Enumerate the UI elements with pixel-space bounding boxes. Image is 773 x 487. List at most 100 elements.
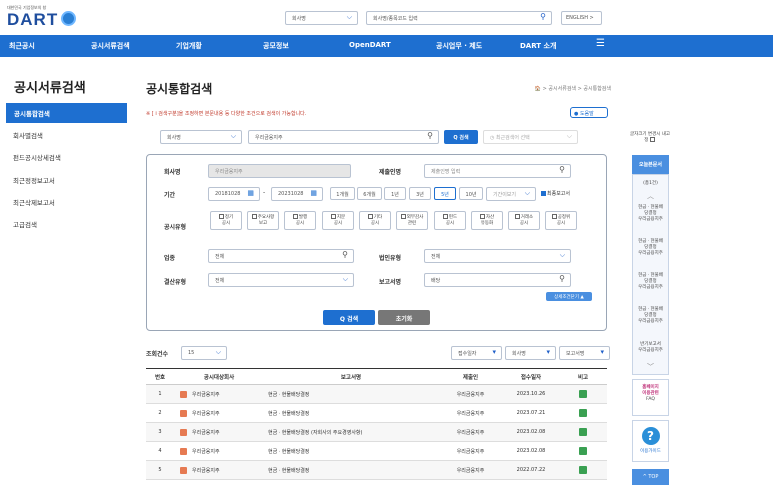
checkbox-icon xyxy=(649,137,655,142)
nav-about[interactable]: DART 소개 xyxy=(520,41,556,51)
sort-report-select[interactable]: 보고서명 ▾ xyxy=(559,346,610,360)
header-search-select[interactable]: 회사명 ⌵ xyxy=(285,11,358,25)
detail-toggle-button[interactable]: 상세조건닫기 ▲ xyxy=(546,292,592,301)
recent-doc-item[interactable]: 현금ㆍ현물배 당결정 우리금융지주 xyxy=(632,239,669,257)
checkbox-checked-icon xyxy=(541,191,546,196)
row-report-link[interactable]: 현금ㆍ현물배당결정 xyxy=(264,460,438,480)
search-icon[interactable]: ⚲ xyxy=(540,12,546,21)
header-submitter: 제출인 xyxy=(438,368,503,385)
sidebar-item-fund[interactable]: 펀드공시상세검색 xyxy=(6,147,127,167)
search-type-select[interactable]: 회사명 ⌵ xyxy=(160,130,242,144)
row-submitter: 우리금융지주 xyxy=(438,403,503,423)
recent-doc-item[interactable]: 반기보고서 우리금융지주 xyxy=(632,342,669,354)
english-button[interactable]: ENGLISH > xyxy=(561,11,602,25)
nav-system[interactable]: 공시업무 · 제도 xyxy=(436,41,482,51)
table-row[interactable]: 1 우리금융지주 현금ㆍ현물배당결정 우리금융지주 2023.10.26 xyxy=(146,384,607,404)
type-other[interactable]: 기타 공시 xyxy=(359,211,391,230)
row-company[interactable]: 우리금융지주 xyxy=(174,403,264,423)
chevron-up-icon[interactable]: ︿ xyxy=(632,191,669,201)
chevron-down-icon[interactable]: ﹀ xyxy=(632,362,669,372)
table-row[interactable]: 5 우리금융지주 현금ㆍ현물배당결정 우리금융지주 2022.07.22 xyxy=(146,460,607,480)
row-date: 2023.10.26 xyxy=(503,384,559,404)
menu-icon[interactable]: ☰ xyxy=(596,38,605,49)
nav-company[interactable]: 기업개황 xyxy=(176,41,202,51)
sort-date-select[interactable]: 접수일자 ▾ xyxy=(451,346,502,360)
period-1y-button[interactable]: 1년 xyxy=(384,187,406,200)
sidebar-item-corrected[interactable]: 최근정정보고서 xyxy=(6,170,127,190)
submitter-input[interactable]: 제출인명 입력 ⚲ xyxy=(424,164,571,178)
recent-search-select[interactable]: ◷ 최근검색어 선택 ⌵ xyxy=(483,130,578,144)
nav-doc-search[interactable]: 공시서류검색 xyxy=(91,41,130,51)
report-name-input[interactable]: 배당 ⚲ xyxy=(424,273,571,287)
period-5y-button[interactable]: 5년 xyxy=(434,187,456,200)
date-to-input[interactable]: 20231028 ▦ xyxy=(271,187,323,201)
final-report-checkbox[interactable]: 최종보고서 xyxy=(541,190,570,197)
date-separator: - xyxy=(263,189,266,196)
type-ftc[interactable]: 공정위 공시 xyxy=(545,211,577,230)
row-number: 1 xyxy=(146,384,174,404)
row-company[interactable]: 우리금융지주 xyxy=(174,384,264,404)
type-fund[interactable]: 펀드 공시 xyxy=(434,211,466,230)
sort-company-select[interactable]: 회사명 ▾ xyxy=(505,346,556,360)
company-search-input[interactable]: 우리금융지주 ⚲ xyxy=(248,130,439,144)
recent-doc-item[interactable]: 현금ㆍ현물배 당결정 우리금융지주 xyxy=(632,205,669,223)
type-exchange[interactable]: 거래소 공시 xyxy=(508,211,540,230)
table-row[interactable]: 3 우리금융지주 현금ㆍ현물배당결정 (자회사의 주요경영사항) 우리금융지주 … xyxy=(146,422,607,442)
period-3y-button[interactable]: 3년 xyxy=(409,187,431,200)
nav-ipo[interactable]: 공모정보 xyxy=(263,41,289,51)
row-company[interactable]: 우리금융지주 xyxy=(174,441,264,461)
recent-docs-count: (총1건) xyxy=(643,181,658,186)
row-report-link[interactable]: 현금ㆍ현물배당결정 xyxy=(264,384,438,404)
recent-doc-item[interactable]: 현금ㆍ현물배 당결정 우리금융지주 xyxy=(632,273,669,291)
type-issue[interactable]: 발행 공시 xyxy=(284,211,316,230)
period-6m-button[interactable]: 6개월 xyxy=(357,187,382,200)
sidebar-item-integrated[interactable]: 공시통합검색 xyxy=(6,103,127,123)
corp-type-select[interactable]: 전체 ⌵ xyxy=(424,249,571,263)
guide-button[interactable]: ? 이용가이드 xyxy=(632,420,669,462)
help-button[interactable]: ● 도움말 xyxy=(570,107,608,118)
table-row[interactable]: 4 우리금융지주 현금ㆍ현물배당결정 우리금융지주 2023.02.08 xyxy=(146,441,607,461)
search-icon: ⚲ xyxy=(427,131,433,140)
row-company[interactable]: 우리금융지주 xyxy=(174,460,264,480)
type-equity[interactable]: 지분 공시 xyxy=(322,211,354,230)
result-count-select[interactable]: 15 ⌵ xyxy=(181,346,227,360)
row-report-link[interactable]: 현금ㆍ현물배당결정 (자회사의 주요경영사항) xyxy=(264,422,438,442)
recent-doc-item[interactable]: 현금ㆍ현물배 당결정 우리금융지주 xyxy=(632,307,669,325)
row-company[interactable]: 우리금융지주 xyxy=(174,422,264,442)
period-view-select[interactable]: 기간이보기 ⌵ xyxy=(486,187,536,201)
exchange-badge-icon xyxy=(579,390,587,398)
nav-opendart[interactable]: OpenDART xyxy=(349,41,391,49)
sidebar-item-advanced[interactable]: 고급검색 xyxy=(6,214,127,234)
table-row[interactable]: 2 우리금융지주 현금ㆍ현물배당결정 우리금융지주 2023.07.21 xyxy=(146,403,607,423)
sidebar-item-company[interactable]: 회사별검색 xyxy=(6,125,127,145)
company-field[interactable]: 우리금융지주 xyxy=(208,164,351,178)
row-report-link[interactable]: 현금ㆍ현물배당결정 xyxy=(264,441,438,461)
settlement-select[interactable]: 전체 ⌵ xyxy=(208,273,354,287)
faq-button[interactable]: 홈페이지 이용관련 FAQ xyxy=(632,379,669,416)
row-report-link[interactable]: 현금ㆍ현물배당결정 xyxy=(264,403,438,423)
dart-logo[interactable]: DART xyxy=(7,10,58,30)
period-10y-button[interactable]: 10년 xyxy=(459,187,483,200)
chevron-down-icon: ⌵ xyxy=(524,189,530,197)
search-button[interactable]: Q 검색 xyxy=(323,310,375,325)
calendar-icon[interactable]: ▦ xyxy=(247,189,254,197)
font-size-toggle[interactable]: 글자크기 변경시 내고정 xyxy=(628,131,672,143)
nav-recent[interactable]: 최근공시 xyxy=(9,41,35,51)
header-no: 번호 xyxy=(146,368,174,385)
top-search-button[interactable]: Q 검색 xyxy=(444,130,478,144)
header-search-input[interactable]: 회사명/종목코드 입력 ⚲ xyxy=(366,11,552,25)
exchange-badge-icon xyxy=(579,409,587,417)
sidebar-item-deleted[interactable]: 최근삭제보고서 xyxy=(6,192,127,212)
header-note: 비고 xyxy=(559,368,607,385)
type-audit[interactable]: 외부감사 관련 xyxy=(396,211,428,230)
top-button[interactable]: ^ TOP xyxy=(632,469,669,485)
type-abs[interactable]: 자산 유동화 xyxy=(471,211,503,230)
search-icon: ⚲ xyxy=(559,165,565,174)
reset-button[interactable]: 초기화 xyxy=(378,310,430,325)
type-regular[interactable]: 정기 공시 xyxy=(210,211,242,230)
industry-select[interactable]: 전체 ⚲ xyxy=(208,249,354,263)
period-1m-button[interactable]: 1개월 xyxy=(330,187,355,200)
date-from-input[interactable]: 20181028 ▦ xyxy=(208,187,260,201)
type-major[interactable]: 주요사항 보고 xyxy=(247,211,279,230)
calendar-icon[interactable]: ▦ xyxy=(310,189,317,197)
